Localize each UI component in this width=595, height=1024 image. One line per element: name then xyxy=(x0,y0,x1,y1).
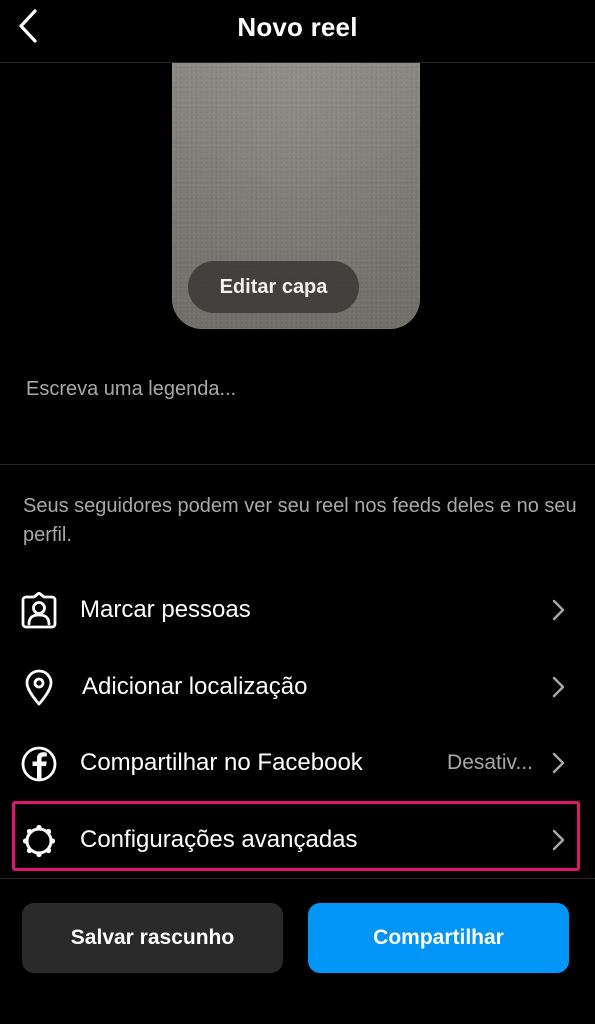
caption-input[interactable] xyxy=(26,372,566,406)
visibility-info-text: Seus seguidores podem ver seu reel nos f… xyxy=(23,495,577,546)
tag-person-icon xyxy=(20,592,58,630)
bottom-divider xyxy=(0,878,595,879)
location-pin-icon xyxy=(20,669,58,707)
save-draft-button[interactable]: Salvar rascunho xyxy=(22,903,283,973)
facebook-status-value: Desativ... xyxy=(447,751,533,774)
row-label: Compartilhar no Facebook xyxy=(80,749,363,776)
tag-people-row[interactable]: Marcar pessoas xyxy=(0,578,595,642)
edit-cover-button[interactable]: Editar capa xyxy=(188,261,359,313)
share-facebook-row[interactable]: Compartilhar no Facebook Desativ... xyxy=(0,731,595,795)
row-label: Configurações avançadas xyxy=(80,826,358,853)
advanced-settings-row[interactable]: Configurações avançadas xyxy=(0,808,595,872)
gear-icon xyxy=(20,822,58,860)
add-location-row[interactable]: Adicionar localização xyxy=(0,655,595,719)
row-label: Marcar pessoas xyxy=(80,596,251,623)
page-title: Novo reel xyxy=(237,12,358,42)
share-button[interactable]: Compartilhar xyxy=(308,903,569,973)
caption-divider xyxy=(0,464,595,465)
chevron-right-icon xyxy=(552,676,565,698)
header: Novo reel xyxy=(0,0,595,60)
row-label: Adicionar localização xyxy=(82,673,308,700)
chevron-right-icon xyxy=(552,599,565,621)
facebook-icon xyxy=(20,745,58,783)
chevron-right-icon xyxy=(552,829,565,851)
chevron-right-icon xyxy=(552,752,565,774)
reel-cover-preview[interactable]: Editar capa xyxy=(172,63,420,329)
